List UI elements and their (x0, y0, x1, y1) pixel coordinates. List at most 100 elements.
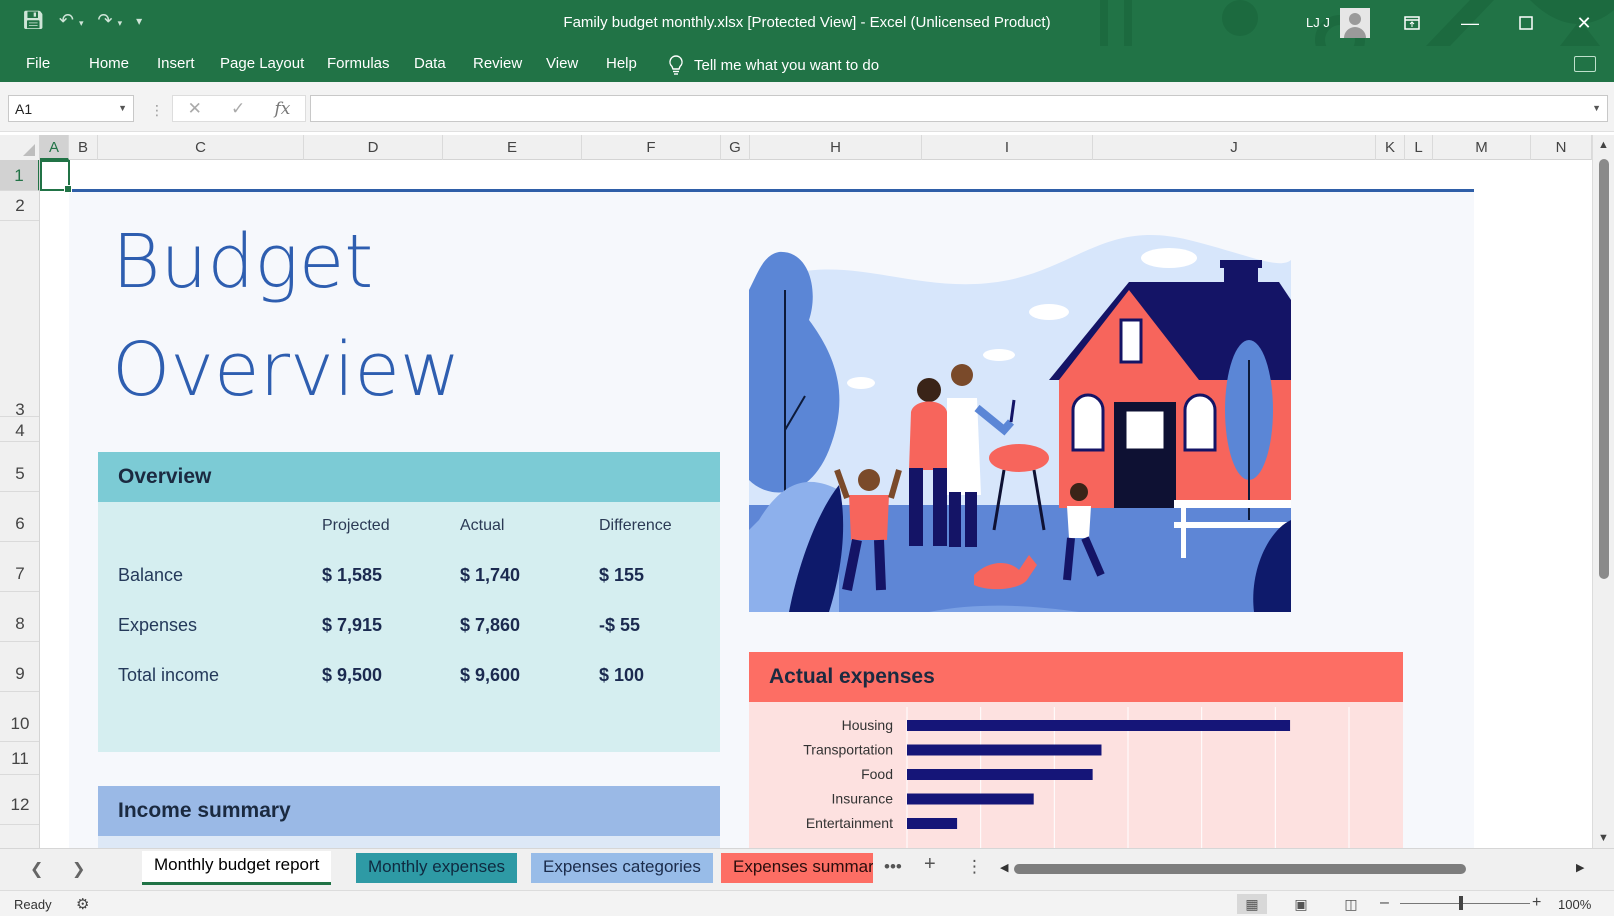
menu-home[interactable]: Home (89, 55, 129, 72)
menu-file[interactable]: File (26, 55, 50, 72)
menu-review[interactable]: Review (473, 55, 522, 72)
tab-options-icon[interactable]: ⋮ (966, 857, 983, 877)
zoom-slider-thumb[interactable] (1459, 896, 1463, 910)
column-header-m[interactable]: M (1433, 135, 1531, 160)
enter-icon[interactable]: ✓ (231, 99, 245, 119)
row-header-9[interactable]: 9 (0, 642, 39, 692)
row-header-2[interactable]: 2 (0, 191, 39, 221)
chevron-down-icon[interactable]: ▼ (118, 103, 127, 113)
col-difference[interactable]: Difference (599, 517, 672, 535)
bar-insurance[interactable] (907, 793, 1034, 805)
row-header-6[interactable]: 6 (0, 492, 39, 542)
formula-bar-grip-icon[interactable]: ⋮ (150, 102, 164, 119)
income-actual[interactable]: $ 9,600 (460, 665, 520, 686)
column-header-g[interactable]: G (721, 135, 750, 160)
expand-formula-bar-icon[interactable]: ▼ (1592, 103, 1601, 113)
row-label-total-income[interactable]: Total income (118, 665, 219, 686)
menu-insert[interactable]: Insert (157, 55, 195, 72)
worksheet-grid[interactable]: Budget Overview Overview Projected Actua… (40, 160, 1592, 848)
row-header-4[interactable]: 4 (0, 417, 39, 442)
comments-icon[interactable] (1574, 56, 1596, 72)
income-difference[interactable]: $ 100 (599, 665, 644, 686)
menu-data[interactable]: Data (414, 55, 446, 72)
normal-view-icon[interactable]: ▦ (1237, 894, 1267, 914)
col-actual[interactable]: Actual (460, 517, 504, 535)
insert-function-icon[interactable]: fx (275, 99, 291, 119)
page-layout-view-icon[interactable]: ▣ (1286, 894, 1316, 914)
scroll-left-icon[interactable]: ◀ (1000, 861, 1008, 874)
user-name[interactable]: LJ J (1306, 15, 1330, 30)
column-header-n[interactable]: N (1531, 135, 1592, 160)
more-tabs-icon[interactable]: ••• (884, 857, 902, 877)
bar-transportation[interactable] (907, 744, 1102, 756)
expenses-actual[interactable]: $ 7,860 (460, 615, 520, 636)
balance-difference[interactable]: $ 155 (599, 565, 644, 586)
avatar[interactable] (1340, 8, 1370, 38)
col-projected[interactable]: Projected (322, 517, 390, 535)
scroll-down-icon[interactable]: ▼ (1598, 832, 1609, 844)
column-header-h[interactable]: H (750, 135, 922, 160)
row-header-8[interactable]: 8 (0, 592, 39, 642)
row-header-7[interactable]: 7 (0, 542, 39, 592)
column-header-c[interactable]: C (98, 135, 304, 160)
row-header-1[interactable]: 1 (0, 160, 39, 191)
scroll-right-icon[interactable]: ▶ (1576, 861, 1584, 874)
cancel-icon[interactable]: ✕ (188, 99, 202, 119)
page-break-view-icon[interactable]: ◫ (1336, 894, 1366, 914)
zoom-in-icon[interactable]: + (1532, 894, 1541, 912)
horizontal-scrollbar[interactable]: ◀ ▶ (1000, 861, 1590, 877)
row-header-12[interactable]: 12 (0, 775, 39, 825)
row-label-expenses[interactable]: Expenses (118, 615, 197, 636)
close-button[interactable]: ✕ (1564, 8, 1604, 38)
bar-food[interactable] (907, 769, 1093, 780)
formula-input[interactable]: ▼ (310, 95, 1608, 122)
tell-me-search[interactable]: Tell me what you want to do (668, 55, 879, 75)
income-projected[interactable]: $ 9,500 (322, 665, 382, 686)
zoom-slider[interactable] (1400, 903, 1530, 904)
expenses-projected[interactable]: $ 7,915 (322, 615, 382, 636)
actual-expenses-chart[interactable]: Actual expenses Housing Transportation Foo… (749, 652, 1403, 848)
active-cell-a1[interactable] (40, 160, 72, 193)
column-header-i[interactable]: I (922, 135, 1093, 160)
row-header-10[interactable]: 10 (0, 692, 39, 742)
balance-actual[interactable]: $ 1,740 (460, 565, 520, 586)
column-header-k[interactable]: K (1376, 135, 1405, 160)
menu-page-layout[interactable]: Page Layout (220, 55, 304, 72)
vertical-scrollbar[interactable]: ▲ ▼ (1592, 135, 1614, 848)
tab-prev-icon[interactable]: ❮ (30, 859, 43, 879)
column-header-b[interactable]: B (69, 135, 98, 160)
maximize-button[interactable] (1506, 8, 1546, 38)
menu-formulas[interactable]: Formulas (327, 55, 390, 72)
column-header-d[interactable]: D (304, 135, 443, 160)
tab-next-icon[interactable]: ❯ (72, 859, 85, 879)
zoom-out-icon[interactable]: – (1380, 894, 1389, 912)
menu-view[interactable]: View (546, 55, 578, 72)
column-header-f[interactable]: F (582, 135, 721, 160)
tab-expenses-summary[interactable]: Expenses summary (721, 853, 873, 883)
balance-projected[interactable]: $ 1,585 (322, 565, 382, 586)
column-header-l[interactable]: L (1405, 135, 1433, 160)
row-header-11[interactable]: 11 (0, 742, 39, 775)
bar-entertainment[interactable] (907, 818, 958, 829)
tab-expenses-categories[interactable]: Expenses categories (531, 853, 713, 883)
row-header-5[interactable]: 5 (0, 442, 39, 492)
row-label-balance[interactable]: Balance (118, 565, 183, 586)
expenses-difference[interactable]: -$ 55 (599, 615, 640, 636)
accessibility-icon[interactable]: ⚙ (76, 895, 89, 913)
vertical-scroll-thumb[interactable] (1599, 159, 1609, 579)
scroll-up-icon[interactable]: ▲ (1598, 139, 1609, 151)
family-house-illustration[interactable] (749, 230, 1291, 612)
menu-help[interactable]: Help (606, 55, 637, 72)
minimize-button[interactable]: — (1450, 8, 1490, 38)
tab-monthly-expenses[interactable]: Monthly expenses (356, 853, 518, 883)
row-header-3[interactable]: 3 (0, 221, 39, 419)
bar-housing[interactable] (907, 720, 1291, 731)
ribbon-display-options-icon[interactable] (1392, 8, 1432, 38)
column-header-j[interactable]: J (1093, 135, 1376, 160)
new-sheet-icon[interactable]: + (924, 853, 936, 876)
name-box[interactable]: A1 ▼ (8, 95, 134, 122)
zoom-level[interactable]: 100% (1558, 897, 1591, 912)
tab-monthly-budget-report[interactable]: Monthly budget report (142, 851, 332, 885)
column-header-a[interactable]: A (40, 135, 69, 160)
column-header-e[interactable]: E (443, 135, 582, 160)
